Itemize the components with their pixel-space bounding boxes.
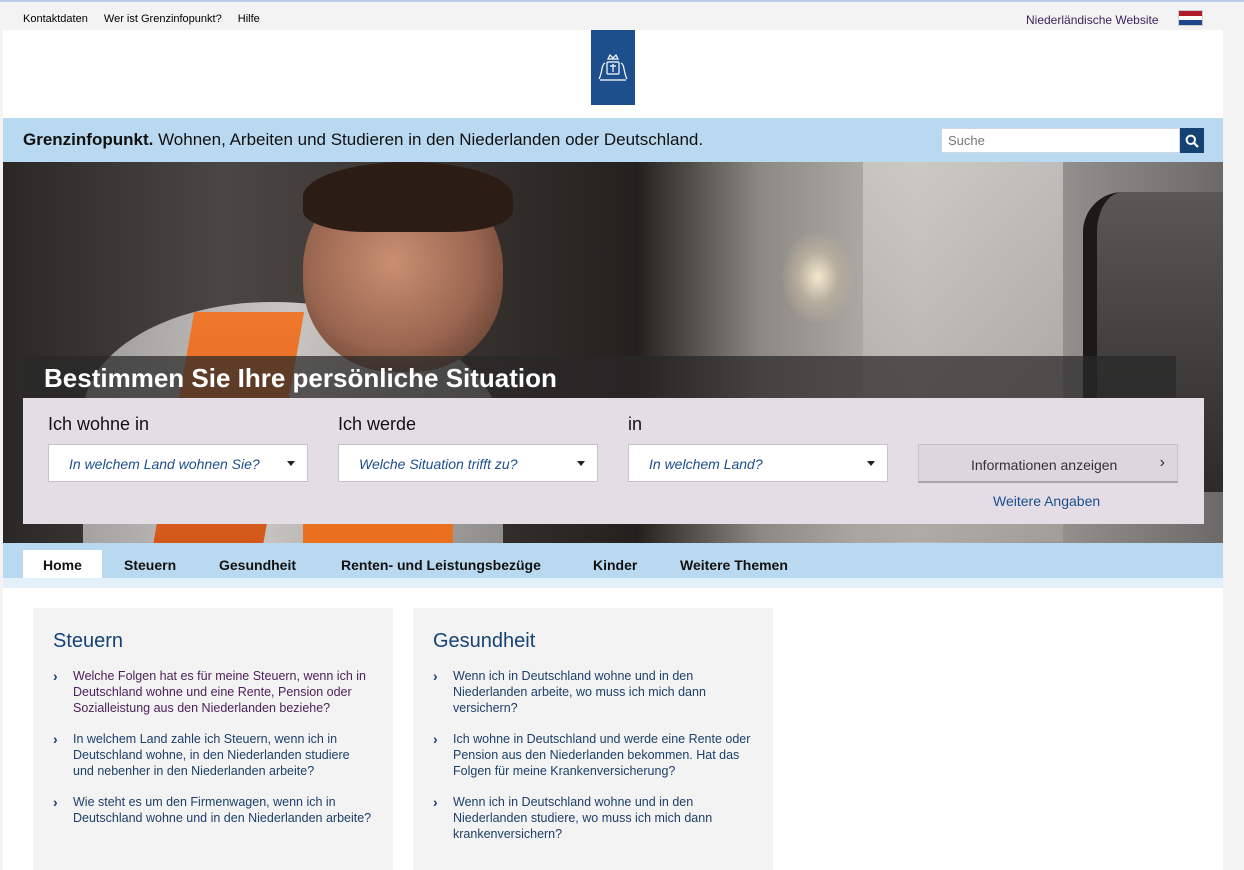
dropdown-arrow-icon: [287, 461, 295, 466]
residence-country-select[interactable]: In welchem Land wohnen Sie?: [48, 444, 308, 482]
chevron-right-icon: ›: [53, 731, 58, 747]
dutch-flag-icon[interactable]: [1178, 10, 1203, 26]
list-item[interactable]: › Wie steht es um den Firmenwagen, wenn …: [53, 794, 373, 826]
situation-selector: Ich wohne in In welchem Land wohnen Sie?…: [23, 398, 1204, 524]
situation-heading-text: Bestimmen Sie Ihre persönliche Situation: [44, 363, 557, 393]
situation-value: Welche Situation trifft zu?: [359, 456, 518, 472]
about-link[interactable]: Wer ist Grenzinfopunkt?: [104, 13, 222, 25]
tab-more-topics[interactable]: Weitere Themen: [660, 550, 808, 578]
chevron-right-icon: ›: [433, 668, 438, 684]
taxes-question-list: › Welche Folgen hat es für meine Steuern…: [53, 668, 373, 841]
tab-pensions-benefits[interactable]: Renten- und Leistungsbezüge: [321, 550, 561, 578]
chevron-right-icon: ›: [53, 794, 58, 810]
dropdown-arrow-icon: [867, 461, 875, 466]
question-link[interactable]: Ich wohne in Deutschland und werde eine …: [453, 732, 750, 778]
show-information-label: Informationen anzeigen: [971, 457, 1118, 473]
tagline-text: Wohnen, Arbeiten und Studieren in den Ni…: [158, 130, 704, 149]
chevron-right-icon: ›: [53, 668, 58, 684]
dropdown-arrow-icon: [577, 461, 585, 466]
health-card-title: Gesundheit: [433, 630, 536, 652]
tab-taxes[interactable]: Steuern: [104, 550, 196, 578]
hero-banner: Bestimmen Sie Ihre persönliche Situation…: [3, 162, 1223, 543]
taxes-card-title: Steuern: [53, 630, 124, 652]
hero-image-driver-hair: [303, 162, 513, 232]
target-country-select[interactable]: In welchem Land?: [628, 444, 888, 482]
dutch-website-link[interactable]: Niederländische Website: [1026, 13, 1159, 27]
target-country-value: In welchem Land?: [649, 456, 763, 472]
more-details-link[interactable]: Weitere Angaben: [993, 493, 1100, 509]
health-question-list: › Wenn ich in Deutschland wohne und in d…: [433, 668, 753, 857]
list-item[interactable]: › Welche Folgen hat es für meine Steuern…: [53, 668, 373, 716]
navigation-underline: [3, 578, 1223, 588]
contact-link[interactable]: Kontaktdaten: [23, 13, 88, 25]
situation-select[interactable]: Welche Situation trifft zu?: [338, 444, 598, 482]
health-card: Gesundheit › Wenn ich in Deutschland woh…: [413, 608, 773, 870]
site-tagline: Grenzinfopunkt. Wohnen, Arbeiten und Stu…: [23, 130, 703, 150]
search-button[interactable]: [1180, 128, 1204, 153]
government-logo[interactable]: [591, 30, 635, 105]
coat-of-arms-icon: [598, 53, 628, 81]
chevron-right-icon: ›: [433, 794, 438, 810]
situation-label: Ich werde: [338, 414, 417, 434]
list-item[interactable]: › Ich wohne in Deutschland und werde ein…: [433, 731, 753, 779]
header-bar: Grenzinfopunkt. Wohnen, Arbeiten und Stu…: [3, 118, 1223, 162]
list-item[interactable]: › Wenn ich in Deutschland wohne und in d…: [433, 794, 753, 842]
search-input[interactable]: [941, 128, 1180, 153]
tab-children[interactable]: Kinder: [573, 550, 657, 578]
page-container: Grenzinfopunkt. Wohnen, Arbeiten und Stu…: [3, 30, 1223, 870]
question-link[interactable]: Wie steht es um den Firmenwagen, wenn ic…: [73, 795, 371, 825]
search-icon: [1185, 134, 1199, 148]
residence-label: Ich wohne in: [48, 414, 150, 434]
utility-links: Kontaktdaten Wer ist Grenzinfopunkt? Hil…: [23, 13, 273, 25]
help-link[interactable]: Hilfe: [238, 13, 260, 25]
residence-country-value: In welchem Land wohnen Sie?: [69, 456, 260, 472]
target-country-label: in: [628, 414, 643, 434]
question-link[interactable]: Wenn ich in Deutschland wohne und in den…: [453, 795, 712, 841]
tab-home[interactable]: Home: [23, 550, 102, 578]
show-information-button[interactable]: Informationen anzeigen ›: [918, 444, 1178, 483]
question-link[interactable]: Welche Folgen hat es für meine Steuern, …: [73, 669, 366, 715]
question-link[interactable]: In welchem Land zahle ich Steuern, wenn …: [73, 732, 350, 778]
hero-image-cab-light: [783, 232, 853, 322]
taxes-card: Steuern › Welche Folgen hat es für meine…: [33, 608, 393, 870]
main-navigation: Home Steuern Gesundheit Renten- und Leis…: [3, 543, 1223, 578]
list-item[interactable]: › Wenn ich in Deutschland wohne und in d…: [433, 668, 753, 716]
chevron-right-icon: ›: [433, 731, 438, 747]
chevron-right-icon: ›: [1159, 454, 1165, 471]
site-name: Grenzinfopunkt.: [23, 130, 154, 149]
situation-heading: Bestimmen Sie Ihre persönliche Situation: [23, 356, 1176, 398]
tab-health[interactable]: Gesundheit: [199, 550, 316, 578]
list-item[interactable]: › In welchem Land zahle ich Steuern, wen…: [53, 731, 373, 779]
question-link[interactable]: Wenn ich in Deutschland wohne und in den…: [453, 669, 706, 715]
top-bar: Kontaktdaten Wer ist Grenzinfopunkt? Hil…: [0, 2, 1244, 30]
